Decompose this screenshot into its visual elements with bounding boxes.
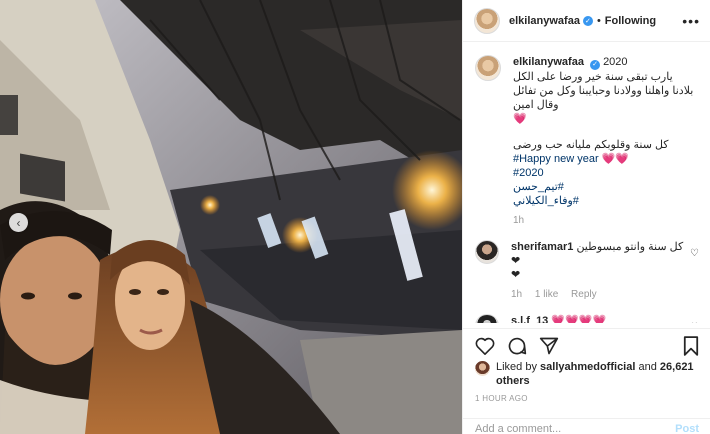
commenter-avatar[interactable]: [475, 240, 499, 264]
hashtag-link[interactable]: #تيم_حسن: [513, 180, 699, 194]
commenter-username[interactable]: sherifamar1: [511, 241, 573, 253]
liker-username[interactable]: sallyahmedofficial: [540, 361, 635, 373]
caption-time[interactable]: 1h: [513, 215, 524, 226]
instagram-post: ‹ elkilanywafaa ✓ • Following ••• elkila…: [0, 0, 710, 434]
reply-button[interactable]: Reply: [571, 289, 597, 300]
caption-avatar[interactable]: [475, 55, 501, 81]
selfie-image: [0, 0, 462, 434]
action-bar: [463, 328, 710, 362]
likes-and: and: [638, 361, 657, 373]
comment-item: sherifamar1 كل سنة وانتو مبسوطين ❤ ❤ 1h …: [475, 240, 699, 302]
liked-prefix: Liked by: [496, 361, 537, 373]
post-header: elkilanywafaa ✓ • Following •••: [463, 0, 710, 42]
verified-icon: ✓: [582, 15, 593, 26]
comment-like-heart-icon[interactable]: ♡: [690, 322, 699, 323]
chevron-left-icon[interactable]: ‹: [9, 213, 28, 232]
comment-composer: Add a comment... Post: [463, 418, 710, 434]
comment-input[interactable]: Add a comment...: [475, 423, 561, 434]
heart-icon[interactable]: [475, 337, 495, 355]
share-icon[interactable]: [539, 336, 559, 356]
comment-text-2: ❤: [511, 269, 521, 281]
hashtag-link[interactable]: #2020: [513, 166, 699, 180]
comments-list[interactable]: elkilanywafaa ✓ 2020 يارب تبقى سنة خير و…: [463, 43, 710, 323]
author-avatar[interactable]: [474, 7, 500, 34]
caption-line-3: 💗: [513, 113, 527, 125]
post-side-panel: elkilanywafaa ✓ • Following ••• elkilany…: [462, 0, 710, 434]
comment-icon[interactable]: [507, 336, 527, 356]
separator-dot: •: [596, 14, 601, 27]
caption-meta: 1h: [513, 214, 699, 228]
bookmark-icon[interactable]: [683, 335, 699, 356]
more-icon[interactable]: •••: [682, 13, 700, 29]
likes-text: Liked by sallyahmedofficial and 26,621 o…: [496, 360, 700, 388]
caption-line-1: يارب تبقى سنة خير ورضا على الكل: [513, 71, 673, 83]
caption-line-4: كل سنة وقلوبكم مليانه حب ورضى: [513, 139, 669, 151]
comment-likes[interactable]: 1 like: [535, 289, 558, 300]
author-username[interactable]: elkilanywafaa: [509, 15, 580, 27]
post-photo[interactable]: ‹: [0, 0, 462, 434]
comment-text: 💗💗💗💗: [551, 315, 607, 323]
comment-time[interactable]: 1h: [511, 289, 522, 300]
caption-username[interactable]: elkilanywafaa: [513, 56, 584, 68]
commenter-avatar[interactable]: [475, 314, 499, 323]
hashtag-link[interactable]: #وفاء_الكيلاني: [513, 194, 699, 208]
caption-line-2: بلادنا واهلنا وولادنا وحبايبنا وكل من تف…: [513, 85, 694, 111]
likes-summary: Liked by sallyahmedofficial and 26,621 o…: [475, 360, 700, 388]
comment-meta: 1h 1 like Reply: [511, 288, 684, 302]
liker-avatar[interactable]: [475, 361, 490, 376]
comment-item: s.l.f_13 💗💗💗💗 ♡: [475, 314, 699, 323]
comment-like-heart-icon[interactable]: ♡: [690, 248, 699, 259]
commenter-username[interactable]: s.l.f_13: [511, 315, 548, 323]
post-comment-button[interactable]: Post: [675, 423, 699, 434]
hashtag-link[interactable]: #Happy new year 💗💗: [513, 152, 699, 166]
caption: elkilanywafaa ✓ 2020 يارب تبقى سنة خير و…: [475, 55, 699, 228]
post-timestamp[interactable]: 1 HOUR AGO: [475, 394, 528, 403]
caption-year: 2020: [603, 56, 628, 68]
verified-icon: ✓: [590, 60, 600, 70]
following-button[interactable]: Following: [605, 15, 656, 27]
